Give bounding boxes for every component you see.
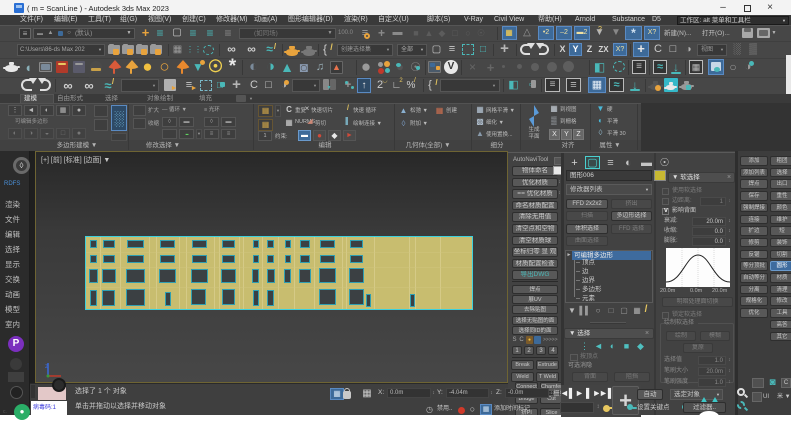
svg-text:z: z [45,364,48,370]
